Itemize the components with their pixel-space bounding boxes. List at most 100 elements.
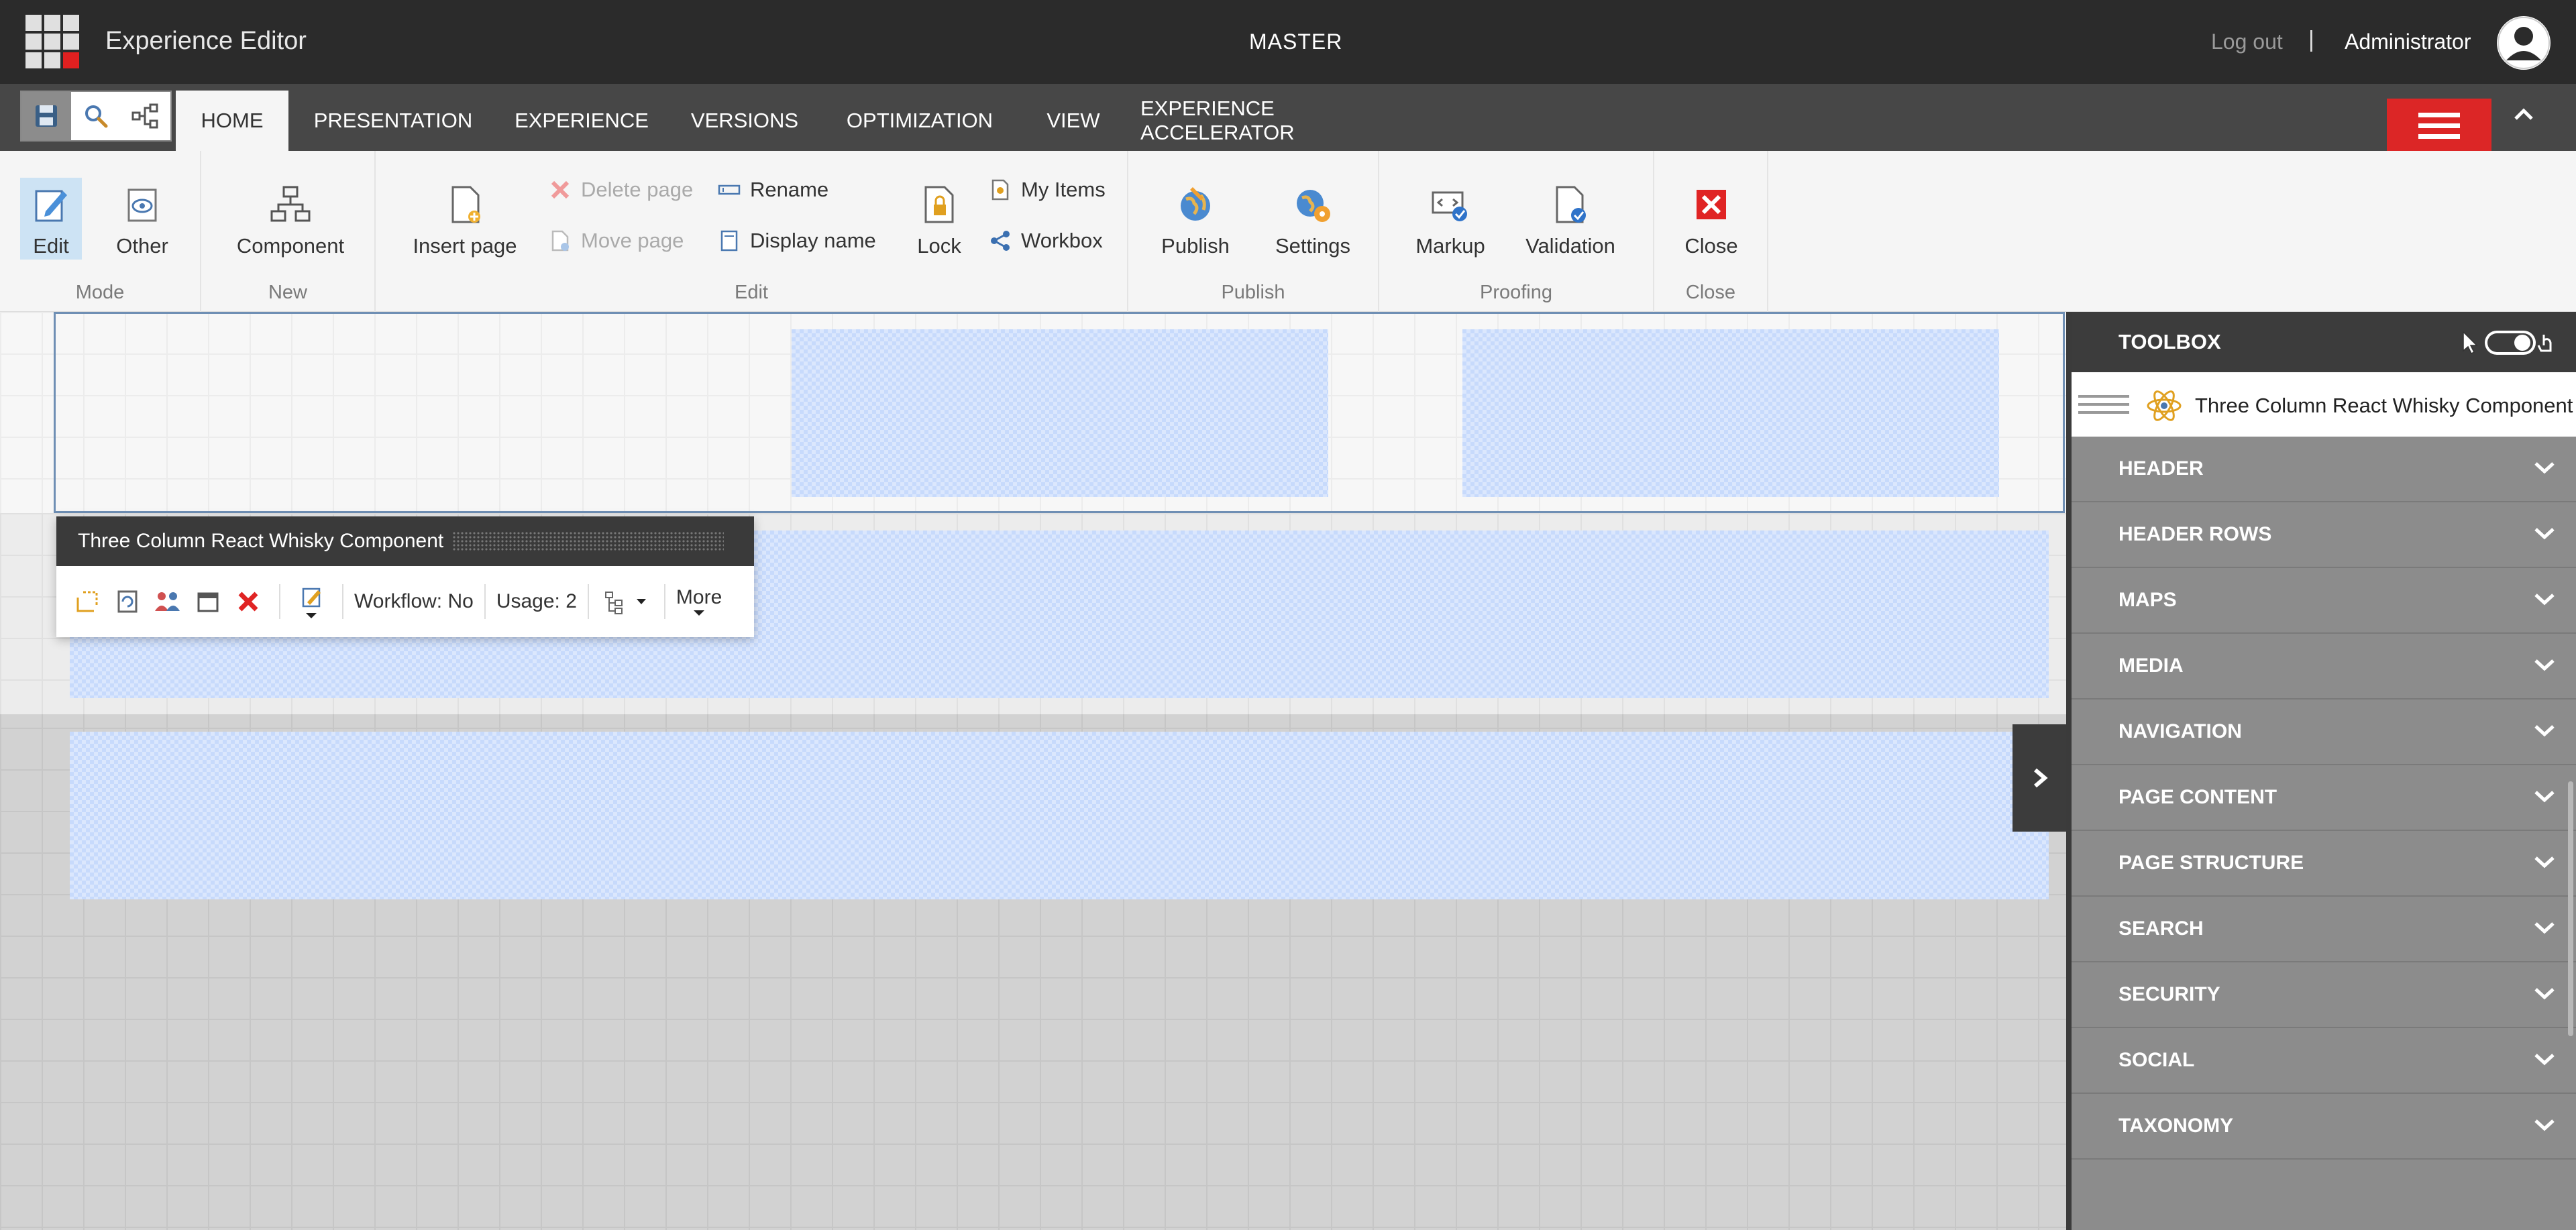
chrome-title-bar[interactable]: Three Column React Whisky Component xyxy=(56,516,754,566)
toolbox-category-label: SECURITY xyxy=(2118,983,2220,1005)
workbox-button[interactable]: Workbox xyxy=(989,229,1103,253)
markup-button[interactable]: Markup xyxy=(1410,183,1491,258)
tree-dropdown-icon[interactable] xyxy=(600,581,653,622)
tab-experience[interactable]: EXPERIENCE xyxy=(504,91,659,151)
my-items-icon xyxy=(991,179,1009,201)
toolbox-category[interactable]: SOCIAL xyxy=(2072,1028,2576,1094)
publish-button[interactable]: Publish xyxy=(1155,183,1236,258)
tab-versions[interactable]: VERSIONS xyxy=(678,91,812,151)
toolbox-category-label: PAGE STRUCTURE xyxy=(2118,852,2304,874)
component-chrome-toolbar: Three Column React Whisky Component Work… xyxy=(56,516,754,637)
edit-icon xyxy=(35,190,67,222)
insert-page-label: Insert page xyxy=(413,234,517,258)
expand-panel-button[interactable] xyxy=(2012,724,2066,832)
tab-optimization[interactable]: OPTIMIZATION xyxy=(832,91,1008,151)
move-page-label: Move page xyxy=(581,229,684,252)
my-items-button[interactable]: My Items xyxy=(989,178,1106,202)
remove-component-icon[interactable] xyxy=(228,581,268,622)
collapse-ribbon-icon[interactable] xyxy=(2510,101,2537,128)
drag-grip[interactable] xyxy=(452,531,724,551)
replace-component-icon[interactable] xyxy=(107,581,148,622)
toolbox-category[interactable]: MAPS xyxy=(2072,568,2576,634)
toolbox-component-item[interactable]: Three Column React Whisky Component xyxy=(2072,372,2576,437)
usage-count[interactable]: Usage: 2 xyxy=(496,590,577,613)
chevron-down-icon xyxy=(2534,528,2555,540)
edit-fields-dropdown-icon[interactable] xyxy=(291,581,331,622)
rename-button[interactable]: Rename xyxy=(718,178,828,202)
markup-icon xyxy=(1432,191,1467,221)
close-button[interactable]: Close xyxy=(1674,183,1748,258)
validation-button[interactable]: Validation xyxy=(1520,183,1621,258)
toolbox-category[interactable]: MEDIA xyxy=(2072,634,2576,700)
component-label: Component xyxy=(236,234,345,258)
insert-page-button[interactable]: Insert page xyxy=(408,183,522,258)
other-mode-button[interactable]: Other xyxy=(111,183,173,258)
publish-settings-button[interactable]: Settings xyxy=(1269,183,1356,258)
rename-label: Rename xyxy=(750,178,829,201)
tab-presentation[interactable]: PRESENTATION xyxy=(302,91,484,151)
search-icon[interactable] xyxy=(71,92,121,140)
group-label-publish: Publish xyxy=(1221,282,1285,303)
edit-mode-button[interactable]: Edit xyxy=(20,178,82,260)
lock-icon xyxy=(924,186,954,223)
user-name[interactable]: Administrator xyxy=(2345,30,2471,54)
placeholder-row-3[interactable] xyxy=(70,732,2049,899)
group-label-mode: Mode xyxy=(75,282,125,303)
delete-icon xyxy=(551,180,570,199)
group-label-close: Close xyxy=(1685,282,1736,303)
toolbox-header: TOOLBOX xyxy=(2072,312,2576,372)
toolbox-mode-toggle[interactable] xyxy=(2458,328,2557,357)
toolbox-component-label: Three Column React Whisky Component xyxy=(2195,394,2573,417)
delete-page-button[interactable]: Delete page xyxy=(549,178,693,202)
more-button[interactable]: More xyxy=(676,586,722,617)
placeholder-column-3[interactable] xyxy=(1462,329,1999,497)
toolbox-category[interactable]: TAXONOMY xyxy=(2072,1094,2576,1160)
ribbon-group-new: Component New xyxy=(201,151,376,312)
toolbox-category[interactable]: SEARCH xyxy=(2072,897,2576,962)
three-column-row[interactable] xyxy=(0,312,2066,513)
publish-settings-icon xyxy=(1297,190,1330,222)
chevron-down-icon xyxy=(2534,462,2555,474)
ribbon-group-edit: Insert page Delete page Move page Rename… xyxy=(376,151,1128,312)
component-button[interactable]: Component xyxy=(233,183,347,258)
other-mode-label: Other xyxy=(116,234,168,258)
group-label-edit: Edit xyxy=(735,282,768,303)
hamburger-menu-button[interactable] xyxy=(2387,99,2491,152)
toolbox-category[interactable]: HEADER xyxy=(2072,437,2576,502)
insert-page-icon xyxy=(451,186,480,223)
toolbox-category[interactable]: PAGE CONTENT xyxy=(2072,765,2576,831)
publish-label: Publish xyxy=(1161,234,1230,258)
avatar-icon[interactable] xyxy=(2497,16,2551,70)
move-page-button[interactable]: Move page xyxy=(549,229,684,253)
window-icon[interactable] xyxy=(188,581,228,622)
ribbon-group-close: Close Close xyxy=(1654,151,1768,312)
placeholder-column-2[interactable] xyxy=(792,329,1328,497)
toolbox-category[interactable]: HEADER ROWS xyxy=(2072,502,2576,568)
personalize-icon[interactable] xyxy=(148,581,188,622)
display-name-button[interactable]: Display name xyxy=(718,229,876,253)
save-icon[interactable] xyxy=(21,92,71,140)
select-parent-icon[interactable] xyxy=(67,581,107,622)
logout-link[interactable]: Log out xyxy=(2211,30,2283,54)
tab-experience-accelerator[interactable]: EXPERIENCE ACCELERATOR xyxy=(1140,91,1429,151)
ribbon-group-mode: Edit Other Mode xyxy=(0,151,201,312)
workbox-label: Workbox xyxy=(1021,229,1103,252)
move-page-icon xyxy=(551,230,569,251)
drag-handle-icon[interactable] xyxy=(2078,395,2129,419)
tab-home[interactable]: HOME xyxy=(176,91,288,151)
lock-button[interactable]: Lock xyxy=(906,183,973,258)
workbox-icon xyxy=(991,231,1010,251)
toolbox-category[interactable]: PAGE STRUCTURE xyxy=(2072,831,2576,897)
display-name-icon xyxy=(720,230,738,251)
navigation-tree-icon[interactable] xyxy=(121,92,170,140)
app-title: Experience Editor xyxy=(105,27,307,55)
toolbox-category[interactable]: NAVIGATION xyxy=(2072,700,2576,765)
ribbon-group-proofing: Markup Validation Proofing xyxy=(1379,151,1654,312)
display-name-label: Display name xyxy=(750,229,876,252)
app-launcher-icon[interactable] xyxy=(25,15,79,68)
tab-view[interactable]: VIEW xyxy=(1033,91,1114,151)
group-label-proofing: Proofing xyxy=(1479,282,1552,303)
toolbox-scrollbar[interactable] xyxy=(2568,781,2573,1036)
ribbon-tab-row: HOME PRESENTATION EXPERIENCE VERSIONS OP… xyxy=(0,84,2576,152)
toolbox-category[interactable]: SECURITY xyxy=(2072,962,2576,1028)
